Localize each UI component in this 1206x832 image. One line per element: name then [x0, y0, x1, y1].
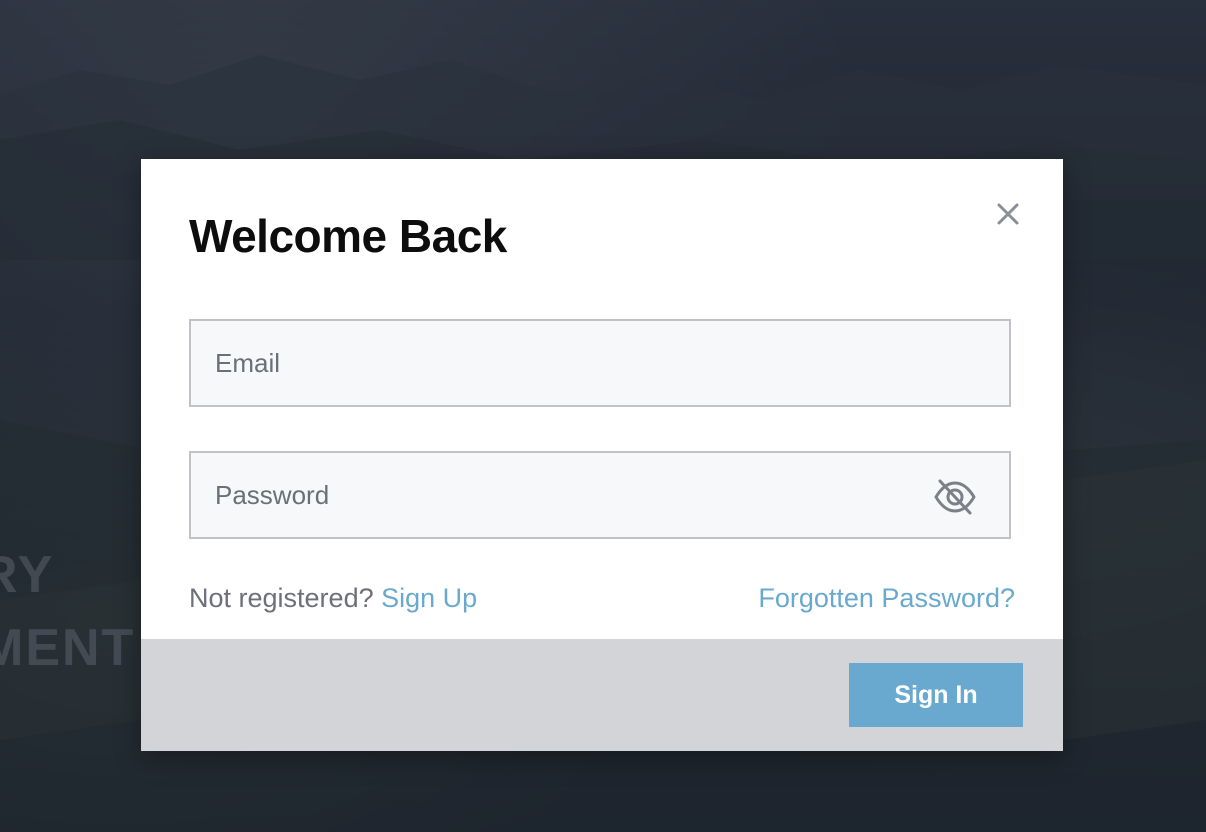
auth-links-row: Not registered? Sign Up Forgotten Passwo…	[189, 583, 1015, 623]
modal-title: Welcome Back	[189, 210, 507, 262]
close-button[interactable]	[993, 199, 1023, 229]
eye-off-icon	[934, 479, 976, 515]
password-input[interactable]	[191, 453, 1009, 537]
email-field-container	[189, 319, 1011, 407]
forgot-password-link[interactable]: Forgotten Password?	[758, 583, 1015, 614]
sign-in-button[interactable]: Sign In	[849, 663, 1023, 727]
email-input[interactable]	[191, 321, 1009, 405]
sign-up-link[interactable]: Sign Up	[381, 583, 477, 613]
password-field-container	[189, 451, 1011, 539]
not-registered-text: Not registered?	[189, 583, 382, 613]
password-visibility-toggle[interactable]	[933, 477, 977, 517]
close-icon	[997, 203, 1019, 225]
login-modal: Welcome Back Not registered? Sign Up For…	[141, 159, 1063, 751]
modal-footer: Sign In	[141, 639, 1063, 751]
